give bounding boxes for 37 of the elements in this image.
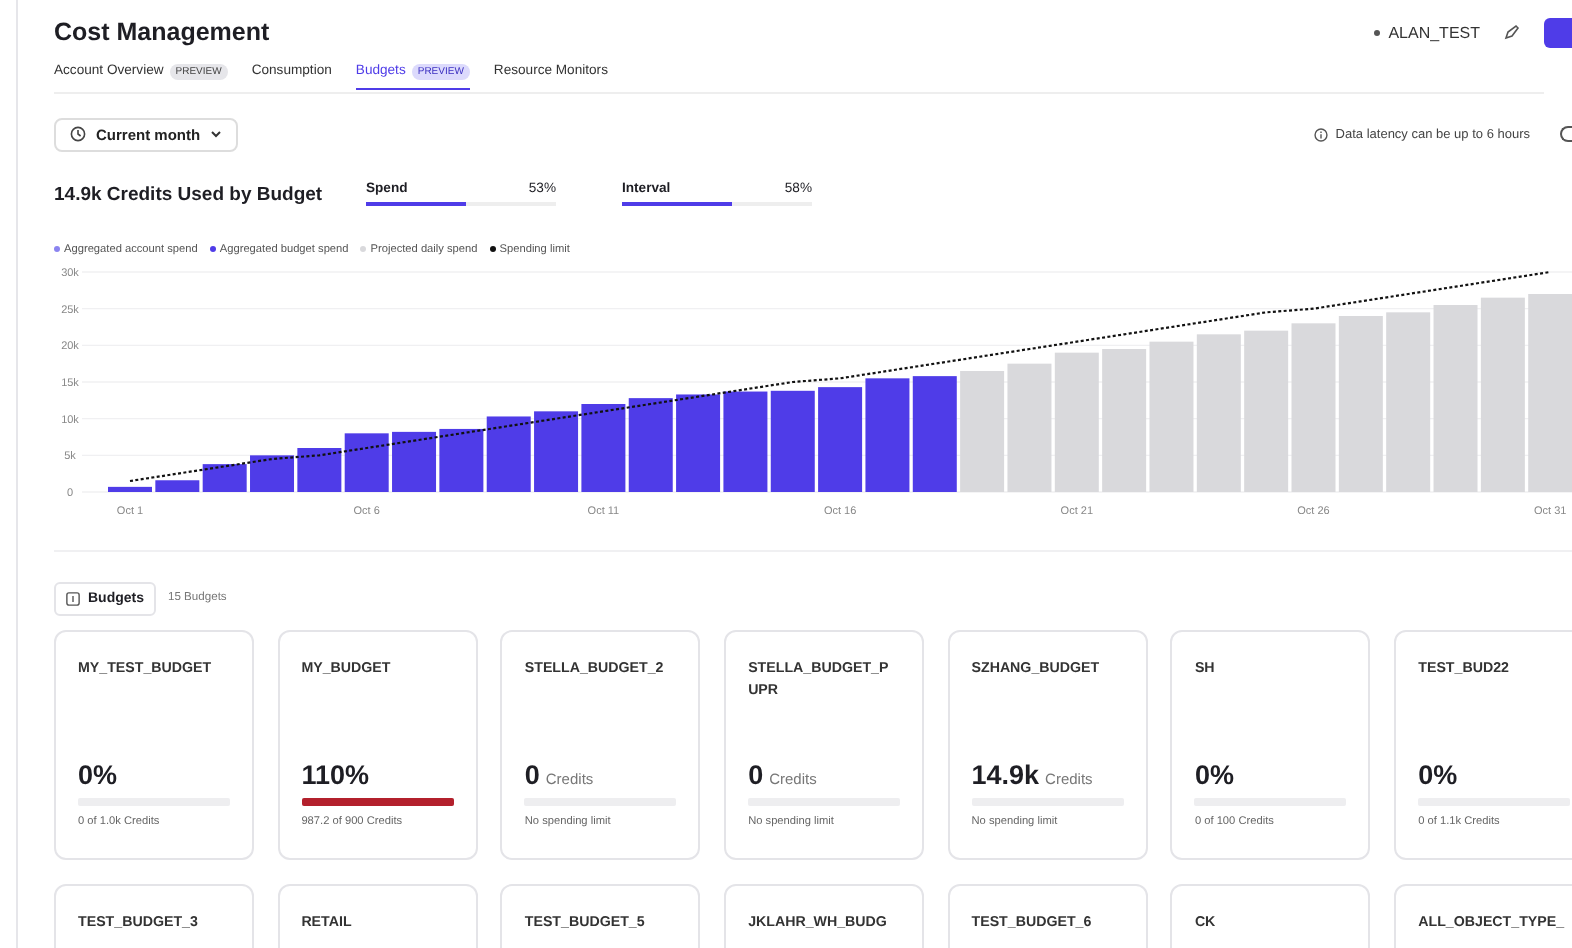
account-name: ALAN_TEST (1388, 23, 1480, 41)
info-icon (1313, 127, 1328, 141)
caret-icon (210, 130, 223, 138)
bar (344, 433, 389, 492)
bar (628, 398, 673, 492)
add-button[interactable] (1544, 17, 1572, 47)
budget-value: 0 (748, 760, 764, 790)
bar (297, 448, 342, 492)
bar (676, 394, 721, 492)
bar (960, 371, 1005, 492)
budget-value: 0% (1418, 760, 1458, 790)
bar (1007, 363, 1052, 492)
bar (818, 387, 863, 492)
bar (392, 431, 437, 492)
bar (486, 416, 531, 492)
budget-value: 14.9k (971, 760, 1040, 790)
status-dot-icon (1374, 29, 1381, 35)
bar (1054, 352, 1099, 492)
bar (865, 378, 910, 492)
budget-value: 0% (78, 760, 118, 790)
summary-title: 14.9k Credits Used by Budget (54, 183, 325, 205)
bar (439, 428, 484, 492)
budget-value: 110% (301, 760, 369, 790)
bar (108, 486, 152, 492)
budget-icon (66, 591, 80, 605)
page-title: Cost Management (54, 18, 272, 46)
bar (581, 404, 626, 492)
bar (534, 411, 579, 492)
clock-icon (70, 126, 86, 142)
bar (723, 391, 768, 492)
bar (1102, 349, 1147, 492)
budget-value: 0 (524, 760, 540, 790)
bar (250, 455, 294, 492)
budget-value: 0% (1194, 760, 1234, 790)
bar (912, 376, 957, 492)
bar (770, 390, 815, 492)
edit-icon[interactable] (1504, 24, 1520, 40)
